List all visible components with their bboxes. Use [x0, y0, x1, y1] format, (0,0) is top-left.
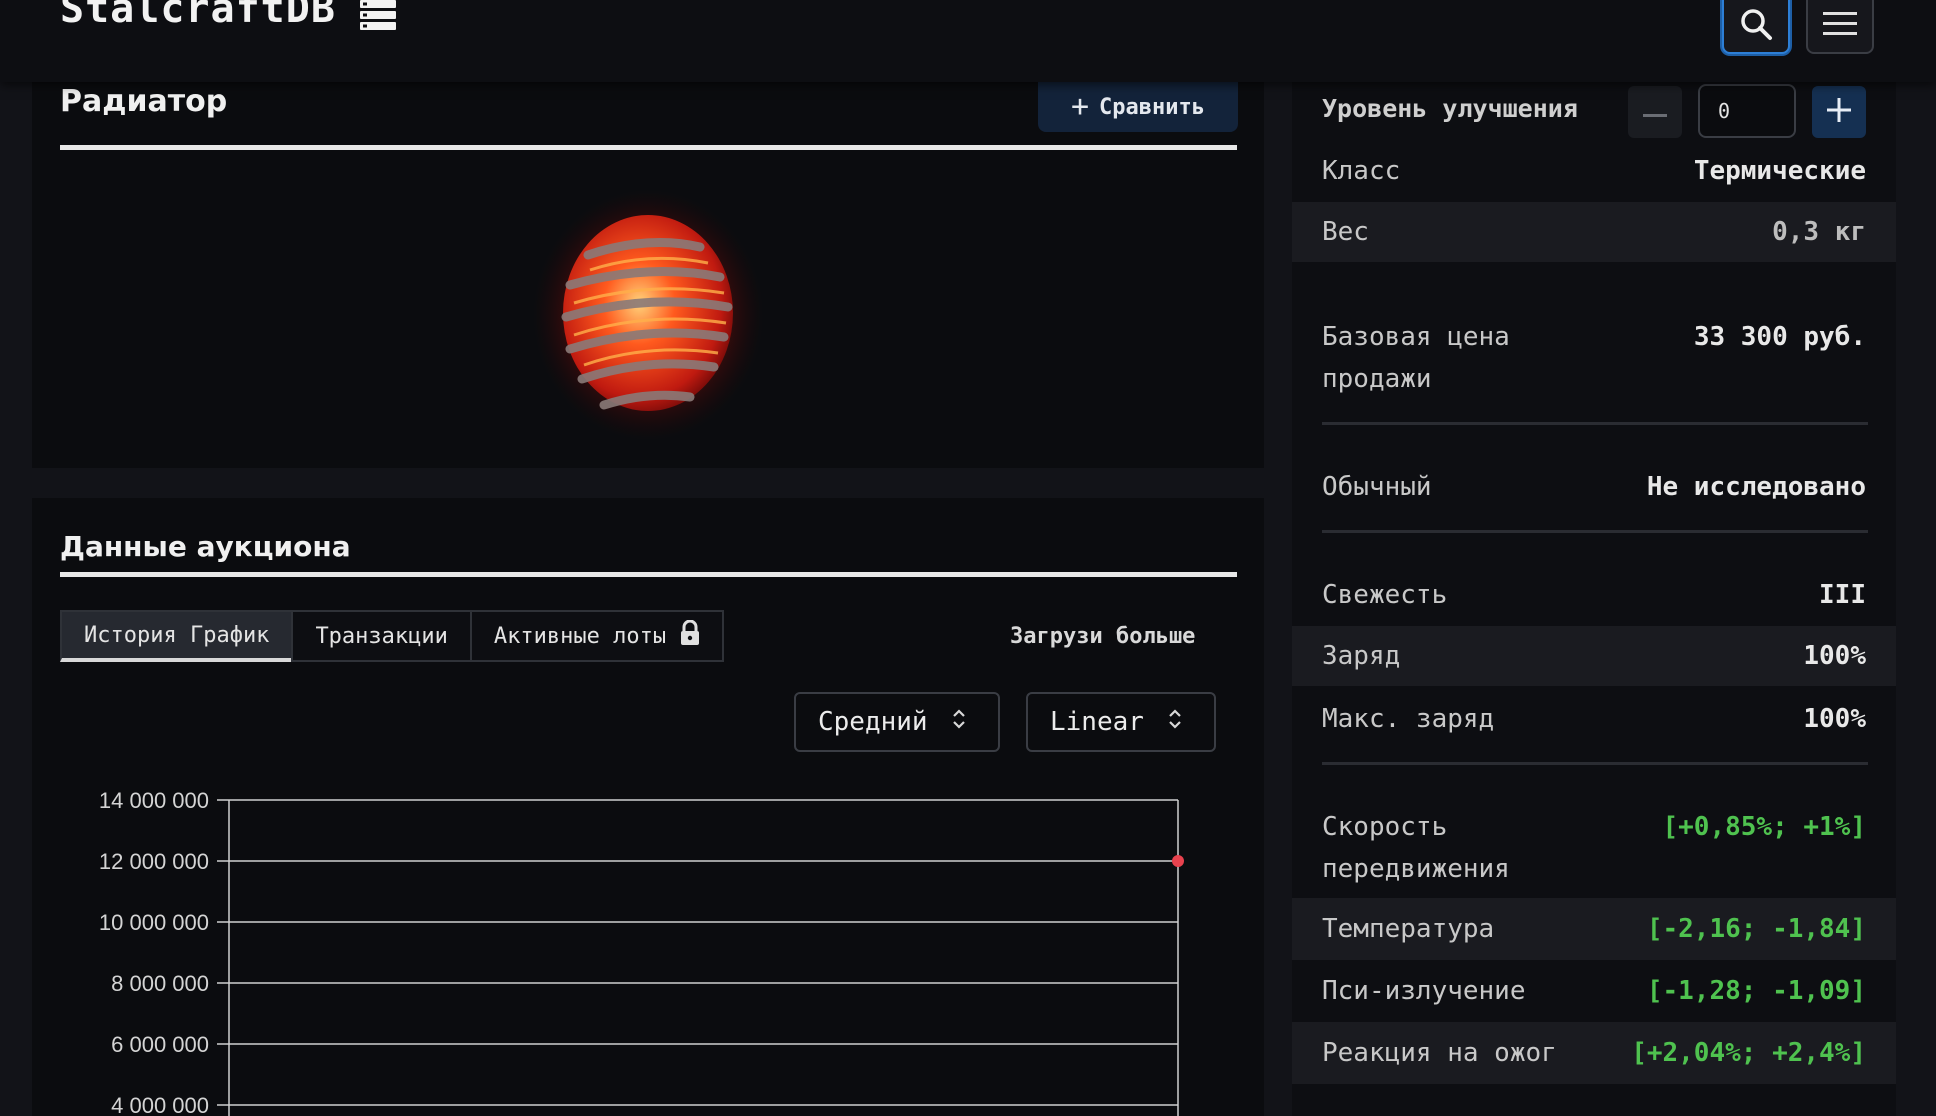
stat-max-charge: Макс. заряд 100%	[1292, 698, 1896, 740]
plus-icon	[1827, 98, 1851, 126]
plus-icon: +	[1070, 89, 1090, 124]
stat-label: Реакция на ожог	[1322, 1038, 1557, 1068]
chevron-updown-icon	[952, 707, 966, 738]
tab-active-lots[interactable]: Активные лоты	[469, 610, 725, 662]
search-icon	[1739, 0, 1773, 45]
stat-value: 0,3 кг	[1772, 217, 1866, 247]
lock-icon	[680, 619, 700, 652]
stat-label: Свежесть	[1322, 580, 1448, 610]
y-tick-label: 4 000 000	[111, 1093, 209, 1116]
stat-value: 100%	[1803, 704, 1866, 734]
data-point	[1172, 855, 1184, 867]
stat-burn-reaction: Реакция на ожог [+2,04%; +2,4%]	[1292, 1022, 1896, 1084]
scale-select[interactable]: Linear	[1026, 692, 1216, 752]
stat-label: Скорость передвижения	[1322, 812, 1510, 884]
tab-history-chart[interactable]: История График	[60, 610, 292, 662]
tab-label: Активные лоты	[493, 623, 667, 649]
stat-weight: Вес 0,3 кг	[1292, 202, 1896, 262]
stat-value: [+2,04%; +2,4%]	[1631, 1038, 1866, 1068]
item-title: Радиатор	[60, 84, 228, 119]
compare-label: Сравнить	[1099, 94, 1206, 120]
upgrade-decrement-button[interactable]	[1628, 86, 1682, 138]
title-underline	[60, 145, 1237, 150]
stat-label: Температура	[1322, 914, 1495, 944]
stat-rarity: Обычный Не исследовано	[1292, 466, 1896, 508]
auction-tabs: История График Транзакции Активные лоты	[60, 610, 725, 662]
tab-label: История График	[84, 622, 270, 648]
stat-value: III	[1819, 580, 1866, 610]
stat-label: Базовая цена продажи	[1322, 322, 1510, 394]
stat-temperature: Температура [-2,16; -1,84]	[1292, 898, 1896, 960]
aggregation-value: Средний	[818, 707, 928, 737]
stat-class: Класс Термические	[1292, 150, 1896, 202]
stat-value: [+0,85%; +1%]	[1662, 812, 1867, 842]
stat-value: [-1,28; -1,09]	[1646, 976, 1866, 1006]
y-tick-label: 8 000 000	[111, 971, 209, 996]
load-more-button[interactable]: Загрузи больше	[1010, 624, 1195, 649]
brand-name[interactable]: StalcraftDB	[60, 0, 336, 32]
stat-value: Термические	[1693, 156, 1866, 186]
y-tick-label: 14 000 000	[99, 788, 209, 813]
auction-title: Данные аукциона	[60, 530, 351, 563]
search-button[interactable]	[1722, 0, 1790, 54]
stat-freshness: Свежесть III	[1292, 574, 1896, 626]
stat-label: Вес	[1322, 217, 1369, 247]
chevron-updown-icon	[1168, 707, 1182, 738]
stat-base-price: Базовая цена продажи 33 300 руб.	[1292, 316, 1896, 406]
top-bar: StalcraftDB	[0, 0, 1936, 82]
hamburger-menu-icon	[1823, 0, 1857, 40]
divider	[1322, 422, 1868, 425]
price-history-chart[interactable]: 14 000 000 12 000 000 10 000 000 8 000 000 6…	[32, 770, 1264, 1116]
divider	[1322, 530, 1868, 533]
upgrade-level-label: Уровень улучшения	[1322, 94, 1578, 123]
stat-value: [-2,16; -1,84]	[1646, 914, 1866, 944]
divider	[1322, 762, 1868, 765]
stat-value: 33 300 руб.	[1693, 322, 1866, 352]
y-tick-label: 12 000 000	[99, 849, 209, 874]
upgrade-level-input[interactable]	[1698, 84, 1796, 138]
scale-value: Linear	[1050, 707, 1144, 737]
y-tick-label: 10 000 000	[99, 910, 209, 935]
aggregation-select[interactable]: Средний	[794, 692, 1000, 752]
item-image	[530, 185, 770, 445]
tab-transactions[interactable]: Транзакции	[291, 610, 470, 662]
stat-value: 100%	[1803, 641, 1866, 671]
tab-label: Транзакции	[315, 623, 448, 649]
stat-label: Пси-излучение	[1322, 976, 1526, 1006]
menu-button[interactable]	[1806, 0, 1874, 54]
stat-label: Заряд	[1322, 641, 1401, 671]
brand[interactable]: StalcraftDB	[60, 0, 396, 32]
stat-label: Обычный	[1322, 472, 1432, 502]
stat-label: Класс	[1322, 156, 1401, 186]
stat-label: Макс. заряд	[1322, 704, 1495, 734]
stat-value: Не исследовано	[1646, 472, 1866, 502]
upgrade-increment-button[interactable]	[1812, 86, 1866, 138]
stat-charge: Заряд 100%	[1292, 626, 1896, 686]
y-tick-label: 6 000 000	[111, 1032, 209, 1057]
minus-icon	[1643, 103, 1667, 122]
database-icon	[359, 0, 396, 30]
stat-speed: Скорость передвижения [+0,85%; +1%]	[1292, 806, 1896, 898]
compare-button[interactable]: + Сравнить	[1038, 82, 1238, 132]
stat-psi-radiation: Пси-излучение [-1,28; -1,09]	[1292, 960, 1896, 1022]
auction-title-underline	[60, 572, 1237, 577]
